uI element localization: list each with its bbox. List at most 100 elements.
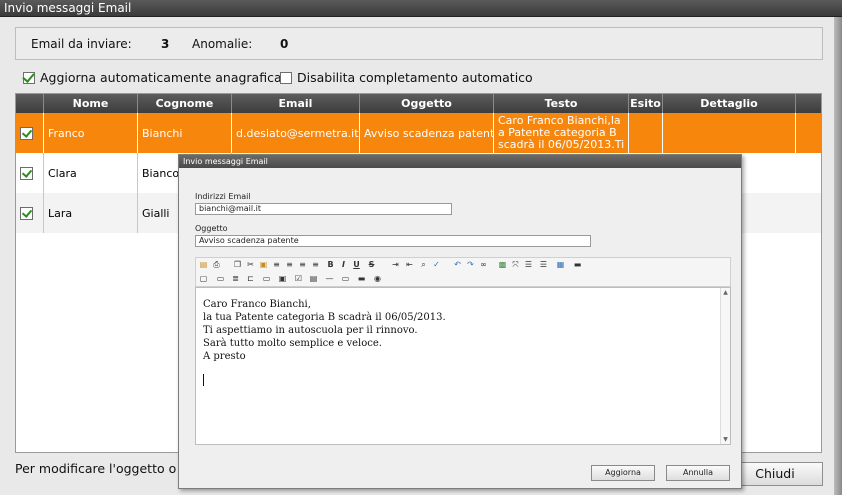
separator-icon[interactable]: —: [325, 274, 334, 283]
bold-icon[interactable]: B: [326, 260, 335, 269]
row-checkbox[interactable]: [20, 166, 33, 180]
horizontal-rule-icon[interactable]: ▬: [573, 260, 582, 269]
redo-icon[interactable]: ↷: [466, 260, 475, 269]
radio-icon[interactable]: ◉: [373, 274, 382, 283]
link-icon[interactable]: ∞: [479, 260, 488, 269]
cell-testo: Caro Franco Bianchi,la a Patente categor…: [494, 113, 629, 153]
cell-esito: [629, 113, 663, 153]
new-doc-icon[interactable]: ▤: [199, 260, 208, 269]
aggiorna-checkbox[interactable]: [23, 71, 35, 84]
password-icon[interactable]: ▬: [357, 274, 366, 283]
image-icon[interactable]: ▩: [498, 260, 507, 269]
cell-nome: Franco: [44, 113, 138, 153]
email-count-value: 3: [161, 37, 170, 51]
find-replace-icon[interactable]: ⌕: [419, 260, 428, 269]
header-nome[interactable]: Nome: [44, 94, 138, 113]
text-caret: [203, 374, 204, 386]
email-address-label: Indirizzi Email: [195, 192, 251, 201]
align-left-icon[interactable]: ≡: [272, 260, 281, 269]
fullscreen-icon[interactable]: ⤧: [511, 260, 520, 269]
body-line: Ti aspettiamo in autoscuola per il rinno…: [203, 325, 418, 336]
edit-message-dialog: Invio messaggi Email Indirizzi Email bia…: [178, 154, 742, 489]
email-count-label: Email da inviare:: [31, 37, 132, 51]
header-cognome[interactable]: Cognome: [138, 94, 232, 113]
update-button[interactable]: Aggiorna: [591, 465, 655, 481]
textarea-icon[interactable]: ≣: [231, 274, 240, 283]
checkbox-icon[interactable]: ☑: [294, 274, 303, 283]
listbox-icon[interactable]: ▭: [341, 274, 350, 283]
header-esito[interactable]: Esito: [629, 94, 663, 113]
window-shadow: [834, 17, 842, 495]
window-title: Invio messaggi Email: [4, 1, 132, 15]
email-address-input[interactable]: bianchi@mail.it: [195, 203, 452, 215]
button-icon[interactable]: ▭: [262, 274, 271, 283]
disabilita-checkbox[interactable]: [280, 71, 292, 84]
header-oggetto[interactable]: Oggetto: [360, 94, 494, 113]
table-row[interactable]: Franco Bianchi d.desiato@sermetra.it Avv…: [16, 113, 821, 153]
hidden-field-icon[interactable]: ⊏: [246, 274, 255, 283]
header-testo[interactable]: Testo: [494, 94, 629, 113]
cancel-button[interactable]: Annulla: [666, 465, 730, 481]
header-email[interactable]: Email: [232, 94, 360, 113]
aggiorna-label: Aggiorna automaticamente anagrafica: [40, 70, 282, 85]
disabilita-option[interactable]: Disabilita completamento automatico: [280, 70, 533, 85]
row-select-cell[interactable]: [16, 193, 44, 233]
image-button-icon[interactable]: ▣: [278, 274, 287, 283]
window-titlebar: Invio messaggi Email: [0, 0, 842, 495]
dialog-title: Invio messaggi Email: [179, 155, 741, 168]
undo-icon[interactable]: ↶: [453, 260, 462, 269]
body-line: Sarà tutto molto semplice e veloce.: [203, 338, 382, 349]
table-icon[interactable]: ▦: [556, 260, 565, 269]
disabilita-label: Disabilita completamento automatico: [297, 70, 533, 85]
scroll-up-icon[interactable]: ▲: [721, 288, 730, 297]
underline-icon[interactable]: U: [352, 260, 361, 269]
header-spacer: [796, 94, 821, 113]
cut-icon[interactable]: ✂: [246, 260, 255, 269]
textbox-icon[interactable]: ▭: [216, 274, 225, 283]
subject-input[interactable]: Avviso scadenza patente: [195, 235, 591, 247]
cell-nome: Clara: [44, 153, 138, 193]
body-line: A presto: [203, 351, 246, 362]
footer-hint: Per modificare l'oggetto o il: [15, 461, 188, 476]
outdent-icon[interactable]: ⇤: [405, 260, 414, 269]
cell-dettaglio: [663, 113, 796, 153]
form-icon[interactable]: ▢: [199, 274, 208, 283]
indent-icon[interactable]: ⇥: [391, 260, 400, 269]
body-line: Caro Franco Bianchi,: [203, 299, 311, 310]
email-send-window: Invio messaggi Email Email da inviare: 3…: [0, 0, 842, 495]
select-icon[interactable]: ▤: [309, 274, 318, 283]
row-checkbox[interactable]: [20, 206, 33, 220]
spellcheck-icon[interactable]: ✓: [432, 260, 441, 269]
header-dettaglio[interactable]: Dettaglio: [663, 94, 796, 113]
unordered-list-icon[interactable]: ☰: [539, 260, 548, 269]
strikethrough-icon[interactable]: S: [367, 260, 376, 269]
anomalie-label: Anomalie:: [192, 37, 253, 51]
testo-line: scadrà il 06/05/2013.Ti: [498, 138, 625, 151]
header-select: [16, 94, 44, 113]
copy-icon[interactable]: ❐: [233, 260, 242, 269]
message-body-editor[interactable]: Caro Franco Bianchi, la tua Patente cate…: [195, 287, 731, 445]
row-spacer: [796, 153, 821, 193]
cell-nome: Lara: [44, 193, 138, 233]
cell-email: d.desiato@sermetra.it: [232, 113, 360, 153]
row-select-cell[interactable]: [16, 113, 44, 153]
cell-cognome: Bianchi: [138, 113, 232, 153]
row-select-cell[interactable]: [16, 153, 44, 193]
summary-panel: Email da inviare: 3 Anomalie: 0: [15, 27, 823, 60]
subject-label: Oggetto: [195, 224, 228, 233]
editor-scrollbar[interactable]: ▲ ▼: [720, 288, 730, 444]
grid-header: Nome Cognome Email Oggetto Testo Esito D…: [16, 94, 821, 113]
body-line: la tua Patente categoria B scadrà il 06/…: [203, 312, 446, 323]
italic-icon[interactable]: I: [339, 260, 348, 269]
print-icon[interactable]: ⎙: [212, 260, 221, 269]
row-checkbox[interactable]: [20, 126, 33, 140]
align-center-icon[interactable]: ≡: [285, 260, 294, 269]
aggiorna-option[interactable]: Aggiorna automaticamente anagrafica: [23, 70, 282, 85]
anomalie-value: 0: [280, 37, 289, 51]
cell-oggetto: Avviso scadenza patente: [360, 113, 494, 153]
align-right-icon[interactable]: ≡: [298, 260, 307, 269]
ordered-list-icon[interactable]: ☰: [524, 260, 533, 269]
justify-icon[interactable]: ≡: [311, 260, 320, 269]
scroll-down-icon[interactable]: ▼: [721, 435, 730, 444]
paste-icon[interactable]: ▣: [259, 260, 268, 269]
